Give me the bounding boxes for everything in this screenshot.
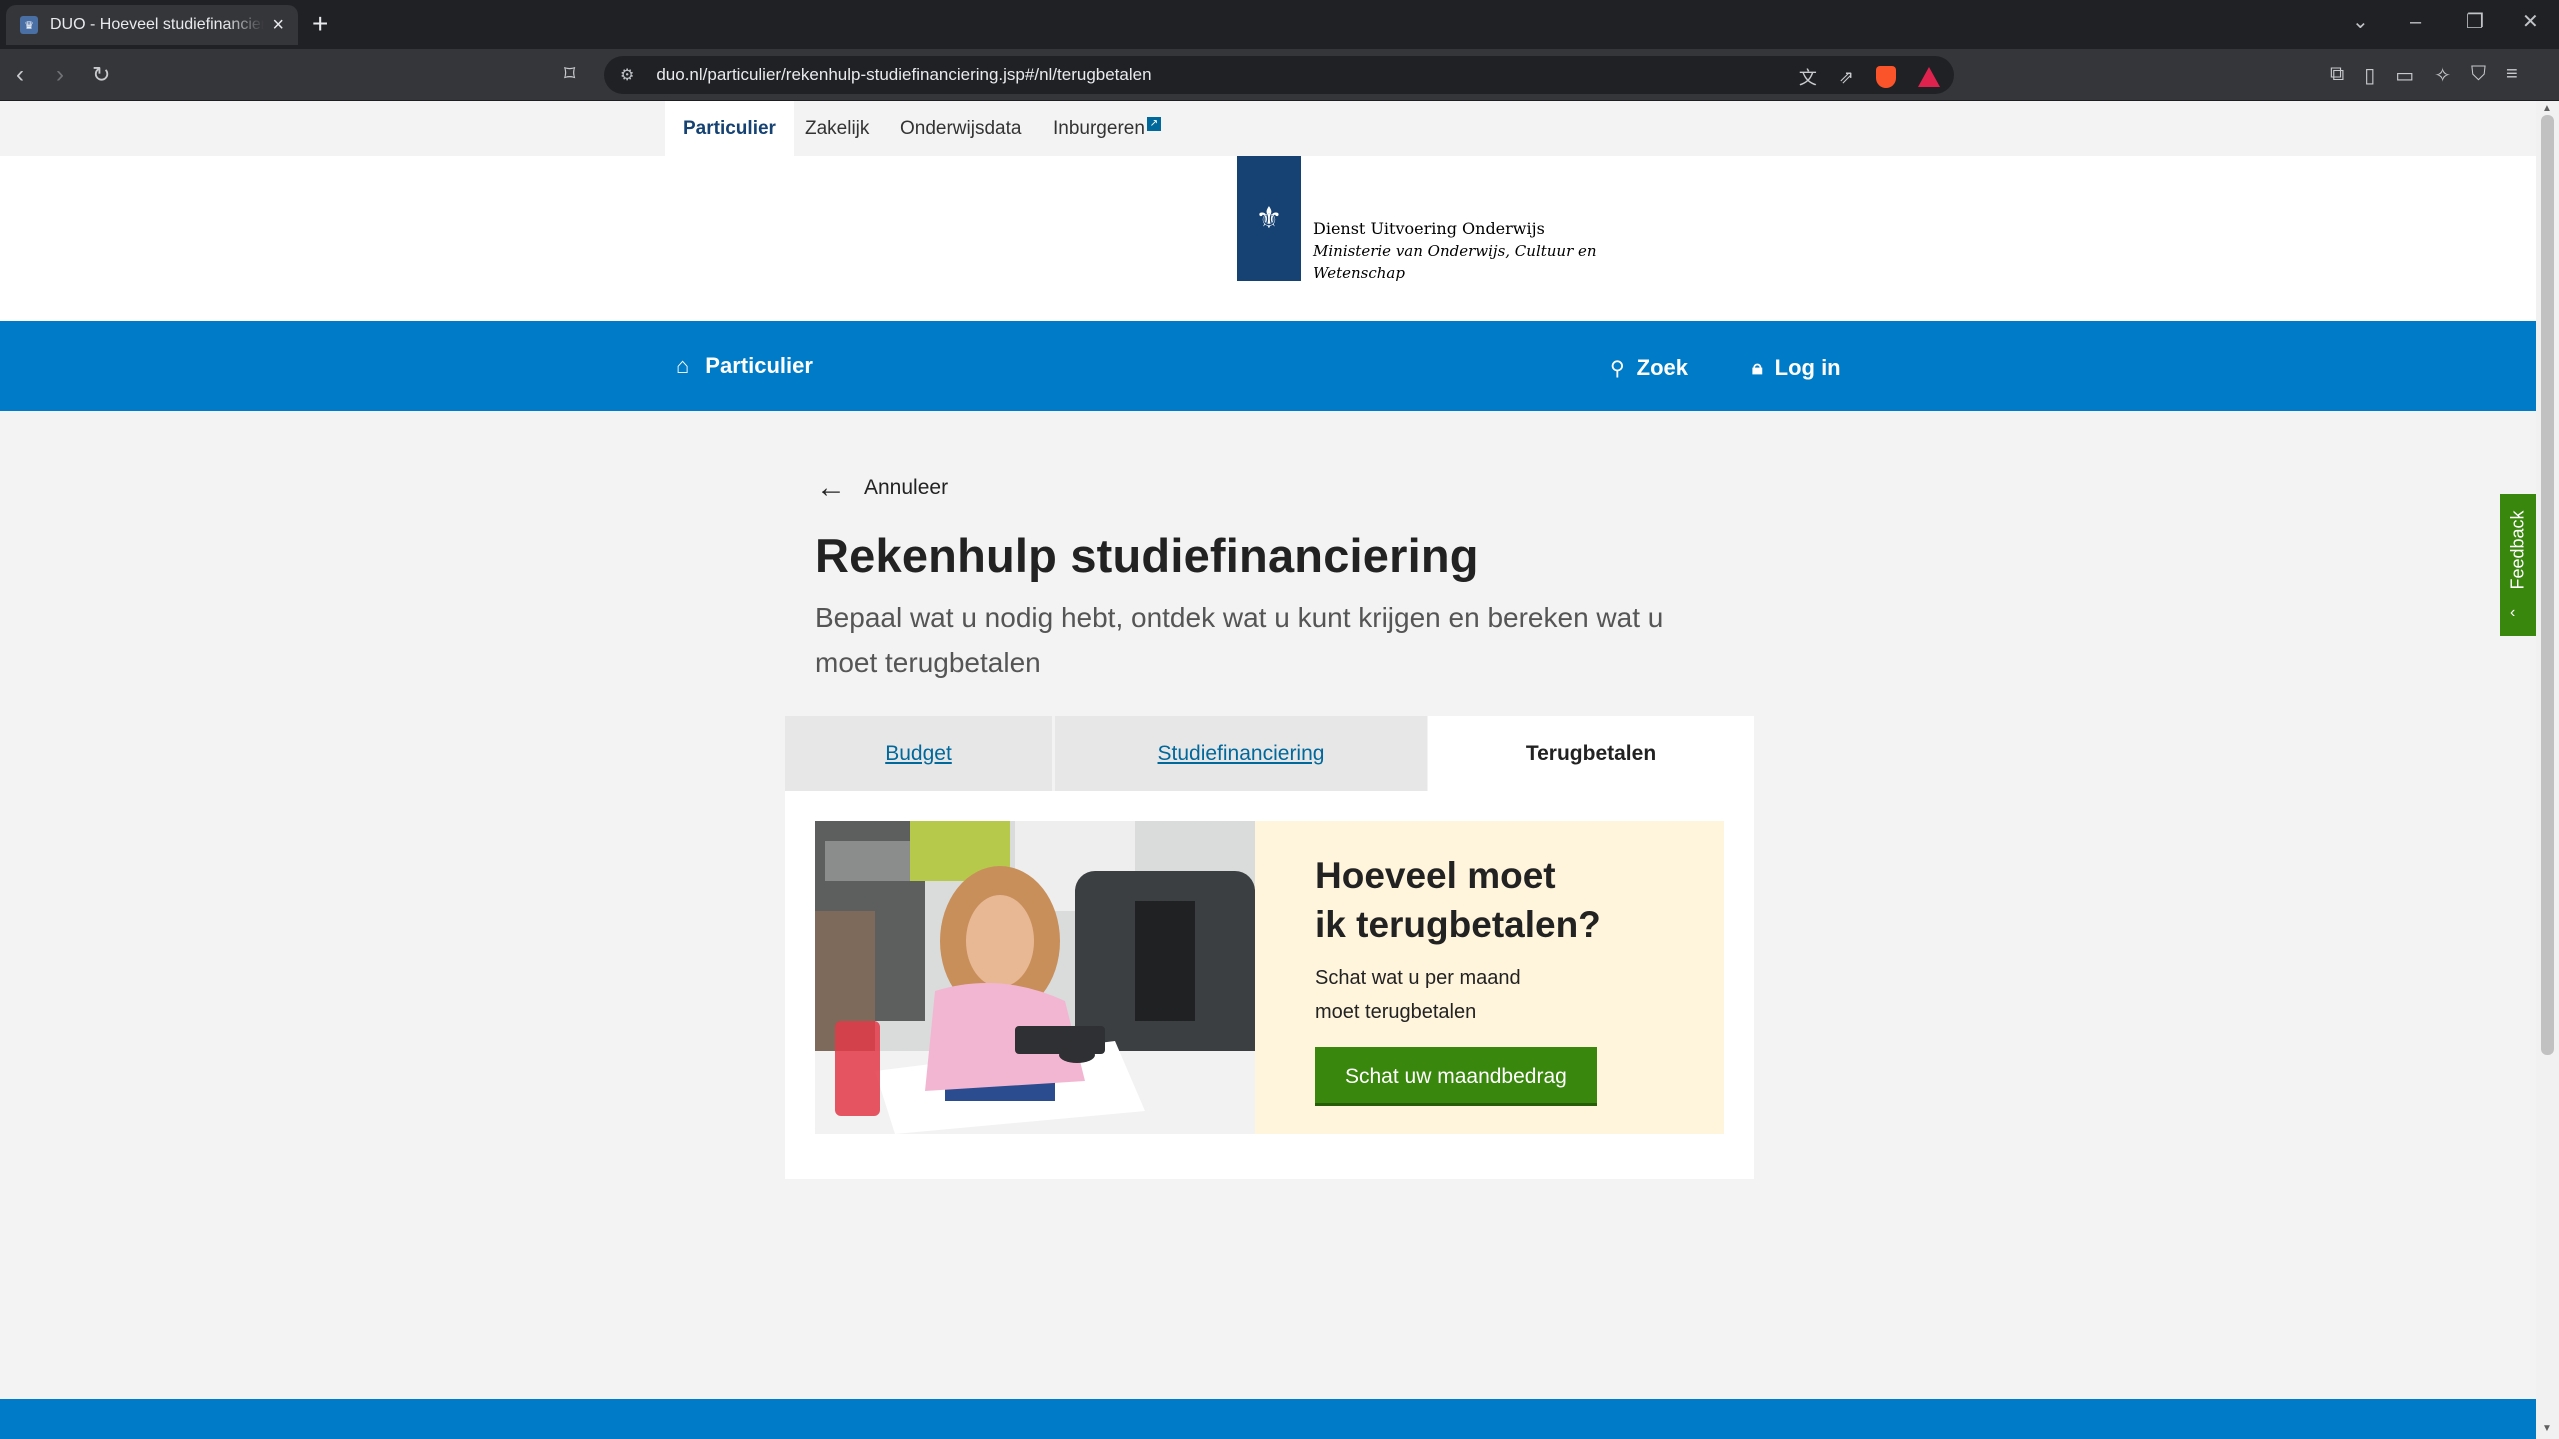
page-content: Particulier Zakelijk Onderwijsdata Inbur… [0,101,2536,1439]
tab-terugbetalen[interactable]: Terugbetalen [1428,716,1754,791]
topnav-inburgeren-label: Inburgeren [1053,118,1145,139]
translate-icon[interactable]: 文 [1799,64,1817,90]
tab-studiefinanciering[interactable]: Studiefinanciering [1055,716,1427,791]
forward-icon[interactable]: › [56,60,64,90]
home-icon: ⌂ [676,353,690,378]
logo-wordmark[interactable]: Dienst Uitvoering Onderwijs Ministerie v… [1313,218,1597,284]
main-navigation-bar: ⌂ Particulier ⚲ Zoek 🔒︎ Log in [0,321,2536,411]
duo-favicon-icon: ♛ [20,16,38,34]
back-icon[interactable]: ‹ [16,60,24,90]
minimize-icon[interactable]: – [2410,10,2421,34]
calculator-tabs: Budget Studiefinanciering Terugbetalen [785,716,1754,791]
brave-rewards-icon[interactable] [1918,67,1940,87]
logo-line-1: Dienst Uitvoering Onderwijs [1313,219,1545,238]
student-photo [815,821,1255,1134]
tab-list-chevron-icon[interactable]: ⌄ [2352,10,2369,34]
site-settings-icon[interactable]: ⚙ [620,65,634,85]
external-link-icon: ↗ [1146,117,1161,131]
logo-line-3: Wetenschap [1313,264,1405,282]
brave-shields-icon[interactable] [1876,66,1896,88]
search-icon: ⚲ [1610,357,1625,380]
rijksoverheid-emblem-icon[interactable]: ⚜ [1237,156,1301,281]
tab-close-icon[interactable]: × [272,15,284,35]
address-bar[interactable]: ⚙ duo.nl/particulier/rekenhulp-studiefin… [604,56,1954,94]
arrow-left-icon: ← [816,471,846,504]
url-text[interactable]: duo.nl/particulier/rekenhulp-studiefinan… [656,65,1151,85]
leo-ai-icon[interactable]: ✧ [2434,63,2451,88]
footer-bar [0,1399,2536,1439]
browser-toolbar: ‹ › ↻ ⌑ ⚙ duo.nl/particulier/rekenhulp-s… [0,49,2559,101]
page-scrollbar[interactable]: ▲ ▼ [2536,101,2559,1439]
bookmark-icon[interactable]: ⌑ [564,61,575,87]
chevron-left-icon: ‹ [2510,604,2516,621]
logo-bar: ⚜ Dienst Uitvoering Onderwijs Ministerie… [0,156,2536,321]
close-window-icon[interactable]: ✕ [2522,10,2539,34]
topnav-zakelijk[interactable]: Zakelijk [787,101,887,156]
cancel-link[interactable]: ← Annuleer [816,473,948,503]
login-label: Log in [1774,355,1841,380]
feedback-label: Feedback [2507,510,2528,590]
page-title: Rekenhulp studiefinanciering [815,529,1479,582]
menu-icon[interactable]: ≡ [2506,63,2518,88]
tab-panel: Hoeveel moet ik terugbetalen? Schat wat … [785,791,1754,1179]
lock-icon: 🔒︎ [1752,356,1763,379]
feedback-tab[interactable]: Feedback ‹ [2500,494,2536,636]
topnav-particulier[interactable]: Particulier [665,101,794,156]
wallet-icon[interactable]: ▭ [2395,63,2414,88]
vpn-icon[interactable]: ⛉ [2471,63,2486,88]
browser-tabbar: ♛ DUO - Hoeveel studiefinanciering × + ⌄… [0,0,2559,49]
promo-description: Schat wat u per maand moet terugbetalen [1315,967,1521,1023]
share-icon[interactable]: ⇗ [1839,67,1854,88]
scroll-thumb[interactable] [2541,115,2554,1055]
new-tab-icon[interactable]: + [312,9,328,39]
promo-title-line-2: ik terugbetalen? [1315,904,1601,945]
restore-icon[interactable]: ❐ [2466,10,2484,34]
topnav-inburgeren[interactable]: Inburgeren ↗ [1035,101,1179,156]
top-navigation: Particulier Zakelijk Onderwijsdata Inbur… [0,101,2536,156]
extensions-icon[interactable]: ⧉ [2330,63,2344,88]
login-button[interactable]: 🔒︎ Log in [1752,321,1841,415]
topnav-onderwijsdata[interactable]: Onderwijsdata [882,101,1039,156]
promo-title-line-1: Hoeveel moet [1315,855,1556,896]
tab-budget[interactable]: Budget [785,716,1052,791]
tab-title: DUO - Hoeveel studiefinanciering [50,16,265,33]
logo-line-2: Ministerie van Onderwijs, Cultuur en [1313,242,1597,260]
promo-text: Hoeveel moet ik terugbetalen? Schat wat … [1315,851,1695,1106]
home-link[interactable]: ⌂ Particulier [676,321,813,411]
promo-title: Hoeveel moet ik terugbetalen? [1315,851,1695,949]
search-label: Zoek [1636,355,1689,380]
page-subtitle: Bepaal wat u nodig hebt, ontdek wat u ku… [815,602,1664,678]
scroll-up-icon[interactable]: ▲ [2542,103,2552,114]
cancel-label: Annuleer [864,476,949,499]
estimate-monthly-amount-button[interactable]: Schat uw maandbedrag [1315,1047,1597,1106]
repayment-promo: Hoeveel moet ik terugbetalen? Schat wat … [815,821,1724,1134]
sidebar-icon[interactable]: ▯ [2364,63,2375,88]
search-button[interactable]: ⚲ Zoek [1610,321,1688,415]
home-label: Particulier [705,353,813,378]
browser-tab[interactable]: ♛ DUO - Hoeveel studiefinanciering × [6,5,298,45]
reload-icon[interactable]: ↻ [92,60,110,90]
scroll-down-icon[interactable]: ▼ [2542,1423,2552,1434]
